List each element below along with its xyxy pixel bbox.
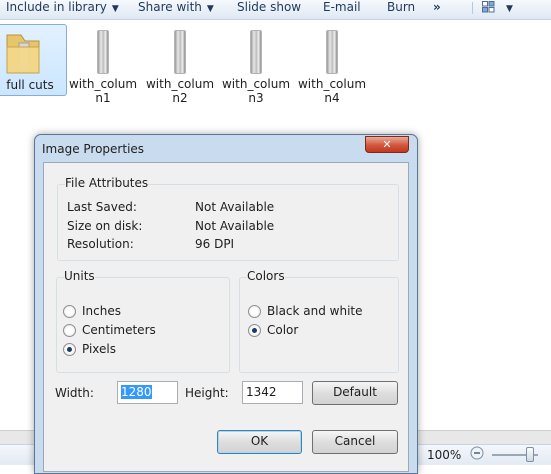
- default-button[interactable]: Default: [312, 381, 398, 405]
- image-thumbnail-icon: [326, 30, 338, 74]
- colors-group: Colors Black and white Color: [239, 269, 399, 373]
- radio-button[interactable]: [63, 305, 76, 318]
- include-in-library-button[interactable]: Include in library ▼: [6, 0, 119, 19]
- units-heading: Units: [64, 269, 95, 283]
- chevron-down-icon: ▼: [206, 4, 214, 14]
- file-item-with-column3[interactable]: with_colum n3: [218, 24, 294, 105]
- radio-button-checked[interactable]: [248, 324, 261, 337]
- radio-color[interactable]: Color: [248, 323, 298, 337]
- radio-pixels[interactable]: Pixels: [63, 342, 116, 356]
- close-icon: ✕: [382, 138, 392, 151]
- explorer-toolbar: Include in library ▼ Share with ▼ Slide sh…: [0, 0, 551, 20]
- radio-black-and-white-label: Black and white: [267, 304, 363, 318]
- share-with-button[interactable]: Share with ▼: [138, 0, 214, 19]
- radio-button-checked[interactable]: [63, 343, 76, 356]
- chevron-down-icon: ▼: [111, 4, 119, 14]
- last-saved-value: Not Available: [195, 200, 275, 214]
- height-field[interactable]: 1342: [242, 381, 303, 404]
- radio-button[interactable]: [248, 305, 261, 318]
- view-options-chevron-icon[interactable]: ▼: [506, 2, 513, 21]
- include-in-library-label: Include in library: [6, 0, 107, 14]
- last-saved-label: Last Saved:: [67, 200, 137, 214]
- radio-color-label: Color: [267, 323, 299, 337]
- radio-button[interactable]: [63, 324, 76, 337]
- dialog-title: Image Properties: [42, 142, 145, 156]
- units-group: Units Inches Centimeters Pixels: [56, 269, 230, 373]
- image-properties-dialog: Image Properties ✕ File Attributes Last …: [34, 134, 418, 474]
- radio-black-and-white[interactable]: Black and white: [248, 304, 363, 318]
- file-item-with-column4[interactable]: with_colum n4: [294, 24, 370, 105]
- size-on-disk-value: Not Available: [195, 219, 275, 233]
- dialog-client-area: File Attributes Last Saved: Not Availabl…: [43, 162, 409, 472]
- share-with-label: Share with: [138, 0, 202, 14]
- burn-button[interactable]: Burn: [387, 0, 415, 19]
- toolbar-divider: [472, 2, 473, 14]
- email-button[interactable]: E-mail: [323, 0, 361, 19]
- width-label: Width:: [55, 386, 94, 400]
- file-label: with_colum n4: [297, 77, 367, 105]
- height-value: 1342: [246, 385, 277, 399]
- file-label: with_colum n2: [145, 77, 215, 105]
- file-label: with_colum n1: [68, 77, 138, 105]
- ok-button[interactable]: OK: [217, 430, 302, 454]
- file-item-with-column2[interactable]: with_colum n2: [142, 24, 218, 105]
- file-attributes-group: File Attributes Last Saved: Not Availabl…: [57, 176, 399, 261]
- image-thumbnail-icon: [250, 30, 262, 74]
- radio-pixels-label: Pixels: [82, 342, 117, 356]
- file-label: full cuts: [6, 78, 54, 92]
- colors-heading: Colors: [247, 269, 285, 283]
- size-on-disk-label: Size on disk:: [67, 219, 143, 233]
- image-thumbnail-icon: [174, 30, 186, 74]
- file-item-full-cuts[interactable]: full cuts: [0, 24, 67, 96]
- height-label: Height:: [185, 386, 229, 400]
- file-attributes-heading: File Attributes: [65, 176, 149, 190]
- slide-show-button[interactable]: Slide show: [237, 0, 301, 19]
- view-options-icon[interactable]: [482, 1, 495, 13]
- image-thumbnail-icon: [97, 30, 109, 74]
- file-label: with_colum n3: [221, 77, 291, 105]
- zoom-level: 100%: [427, 448, 462, 462]
- radio-centimeters-label: Centimeters: [82, 323, 156, 337]
- folder-icon: [6, 34, 40, 74]
- zoom-out-icon[interactable]: [470, 446, 484, 460]
- radio-inches[interactable]: Inches: [63, 304, 121, 318]
- close-button[interactable]: ✕: [365, 136, 409, 153]
- file-item-with-column1[interactable]: with_colum n1: [65, 24, 141, 105]
- cancel-button[interactable]: Cancel: [312, 430, 398, 454]
- resolution-value: 96 DPI: [195, 237, 235, 251]
- more-commands-button[interactable]: »: [433, 0, 441, 19]
- width-value: 1280: [121, 385, 152, 399]
- resolution-label: Resolution:: [67, 237, 134, 251]
- radio-centimeters[interactable]: Centimeters: [63, 323, 156, 337]
- zoom-slider-thumb[interactable]: [526, 447, 534, 462]
- width-field[interactable]: 1280: [117, 381, 178, 404]
- radio-inches-label: Inches: [82, 304, 121, 318]
